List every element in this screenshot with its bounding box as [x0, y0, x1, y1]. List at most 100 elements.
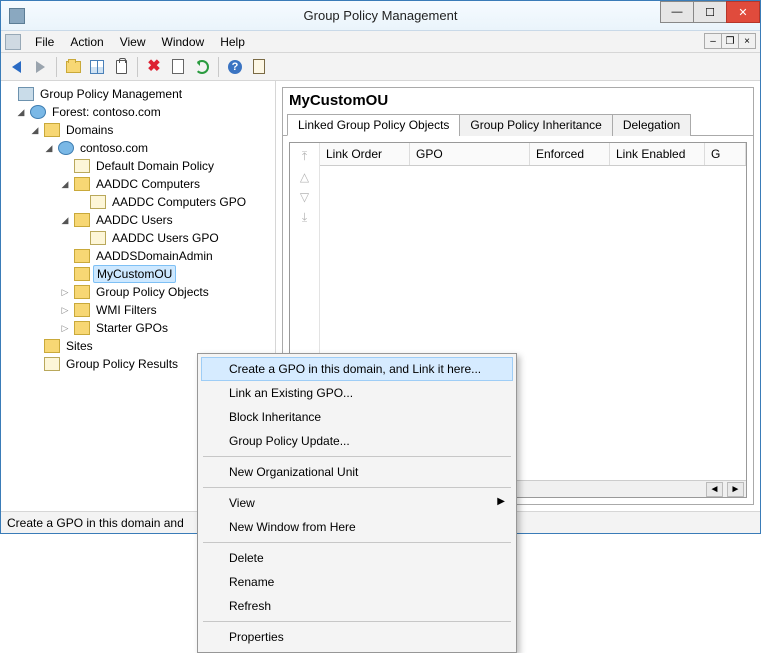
col-enforced[interactable]: Enforced — [530, 143, 610, 165]
tree-root[interactable]: Group Policy Management — [37, 86, 185, 102]
tree-aaddc-computers[interactable]: AADDC Computers — [93, 176, 203, 192]
tree-sites[interactable]: Sites — [63, 338, 96, 354]
ou-icon — [74, 267, 90, 281]
domain-icon — [58, 141, 74, 155]
submenu-arrow-icon: ▶ — [497, 496, 505, 507]
move-top-icon[interactable]: ⤒ — [302, 149, 307, 164]
gpo-icon — [74, 159, 90, 173]
move-down-icon[interactable]: ▽ — [300, 190, 309, 204]
toolbar: ✖ ? — [1, 53, 760, 81]
ou-icon — [74, 249, 90, 263]
separator — [203, 621, 511, 622]
forest-icon — [30, 105, 46, 119]
tree-ddp[interactable]: Default Domain Policy — [93, 158, 217, 174]
ctx-refresh[interactable]: Refresh — [201, 594, 513, 618]
refresh-button[interactable] — [191, 56, 213, 78]
col-link-enabled[interactable]: Link Enabled — [610, 143, 705, 165]
delete-button[interactable]: ✖ — [143, 56, 165, 78]
expander-icon[interactable] — [43, 143, 55, 154]
pane-title: MyCustomOU — [283, 88, 753, 113]
expander-icon[interactable] — [59, 215, 71, 226]
menu-file[interactable]: File — [27, 33, 62, 51]
ctx-delete[interactable]: Delete — [201, 546, 513, 570]
expander-icon[interactable] — [59, 179, 71, 190]
show-tree-button[interactable] — [86, 56, 108, 78]
tree-aaddc-computers-gpo[interactable]: AADDC Computers GPO — [109, 194, 249, 210]
folder-icon — [74, 303, 90, 317]
mmc-icon — [5, 34, 21, 50]
menu-help[interactable]: Help — [212, 33, 253, 51]
expander-icon[interactable] — [59, 287, 71, 298]
tab-inheritance[interactable]: Group Policy Inheritance — [459, 114, 612, 136]
scroll-left-icon[interactable]: ◄ — [706, 482, 723, 497]
ctx-new-ou[interactable]: New Organizational Unit — [201, 460, 513, 484]
expander-icon[interactable] — [59, 323, 71, 334]
col-gpo-status[interactable]: G — [705, 143, 746, 165]
close-button[interactable]: ✕ — [726, 1, 760, 23]
folder-icon — [44, 123, 60, 137]
tree-domain[interactable]: contoso.com — [77, 140, 151, 156]
ctx-gp-update[interactable]: Group Policy Update... — [201, 429, 513, 453]
context-menu: Create a GPO in this domain, and Link it… — [197, 353, 517, 653]
tree-starter[interactable]: Starter GPOs — [93, 320, 171, 336]
move-up-icon[interactable]: △ — [300, 170, 309, 184]
gpo-icon — [90, 231, 106, 245]
col-gpo[interactable]: GPO — [410, 143, 530, 165]
gpo-icon — [90, 195, 106, 209]
window-title: Group Policy Management — [1, 8, 760, 23]
ctx-block-inheritance[interactable]: Block Inheritance — [201, 405, 513, 429]
separator — [56, 57, 57, 77]
mdi-minimize-button[interactable]: – — [704, 33, 722, 49]
tree-mycustomou[interactable]: MyCustomOU — [93, 265, 176, 283]
tree-gpo-objects[interactable]: Group Policy Objects — [93, 284, 212, 300]
up-folder-button[interactable] — [62, 56, 84, 78]
separator — [203, 542, 511, 543]
menu-window[interactable]: Window — [154, 33, 213, 51]
folder-icon — [74, 321, 90, 335]
minimize-button[interactable]: — — [660, 1, 694, 23]
expander-icon[interactable] — [29, 125, 41, 136]
scroll-right-icon[interactable]: ► — [727, 482, 744, 497]
mdi-restore-button[interactable]: ❐ — [721, 33, 739, 49]
separator — [203, 487, 511, 488]
tree-wmi[interactable]: WMI Filters — [93, 302, 160, 318]
separator — [218, 57, 219, 77]
ctx-rename[interactable]: Rename — [201, 570, 513, 594]
results-icon — [44, 357, 60, 371]
back-button[interactable] — [5, 56, 27, 78]
move-bottom-icon[interactable]: ⤓ — [302, 210, 307, 225]
tree-forest[interactable]: Forest: contoso.com — [49, 104, 164, 120]
tab-linked-gpo[interactable]: Linked Group Policy Objects — [287, 114, 460, 136]
tab-strip: Linked Group Policy Objects Group Policy… — [283, 113, 753, 136]
menu-bar: File Action View Window Help – ❐ × — [1, 31, 760, 53]
forward-button[interactable] — [29, 56, 51, 78]
clipboard-button[interactable] — [110, 56, 132, 78]
tree-aaddc-users-gpo[interactable]: AADDC Users GPO — [109, 230, 222, 246]
ctx-view[interactable]: View▶ — [201, 491, 513, 515]
menu-action[interactable]: Action — [62, 33, 111, 51]
tree-domains[interactable]: Domains — [63, 122, 116, 138]
col-link-order[interactable]: Link Order — [320, 143, 410, 165]
tree-aaddc-users[interactable]: AADDC Users — [93, 212, 176, 228]
menu-view[interactable]: View — [112, 33, 154, 51]
separator — [203, 456, 511, 457]
ctx-link-existing[interactable]: Link an Existing GPO... — [201, 381, 513, 405]
tab-delegation[interactable]: Delegation — [612, 114, 691, 136]
ou-icon — [74, 177, 90, 191]
ctx-properties[interactable]: Properties — [201, 625, 513, 649]
document-button[interactable] — [248, 56, 270, 78]
tree-results[interactable]: Group Policy Results — [63, 356, 181, 372]
help-button[interactable]: ? — [224, 56, 246, 78]
expander-icon[interactable] — [59, 305, 71, 316]
ctx-new-window[interactable]: New Window from Here — [201, 515, 513, 539]
status-text: Create a GPO in this domain and — [7, 516, 184, 530]
tree-aadds-admin[interactable]: AADDSDomainAdmin — [93, 248, 216, 264]
folder-icon — [44, 339, 60, 353]
expander-icon[interactable] — [15, 107, 27, 118]
maximize-button[interactable]: ☐ — [693, 1, 727, 23]
mdi-close-button[interactable]: × — [738, 33, 756, 49]
gpm-root-icon — [18, 87, 34, 101]
ctx-create-gpo[interactable]: Create a GPO in this domain, and Link it… — [201, 357, 513, 381]
properties-button[interactable] — [167, 56, 189, 78]
separator — [137, 57, 138, 77]
